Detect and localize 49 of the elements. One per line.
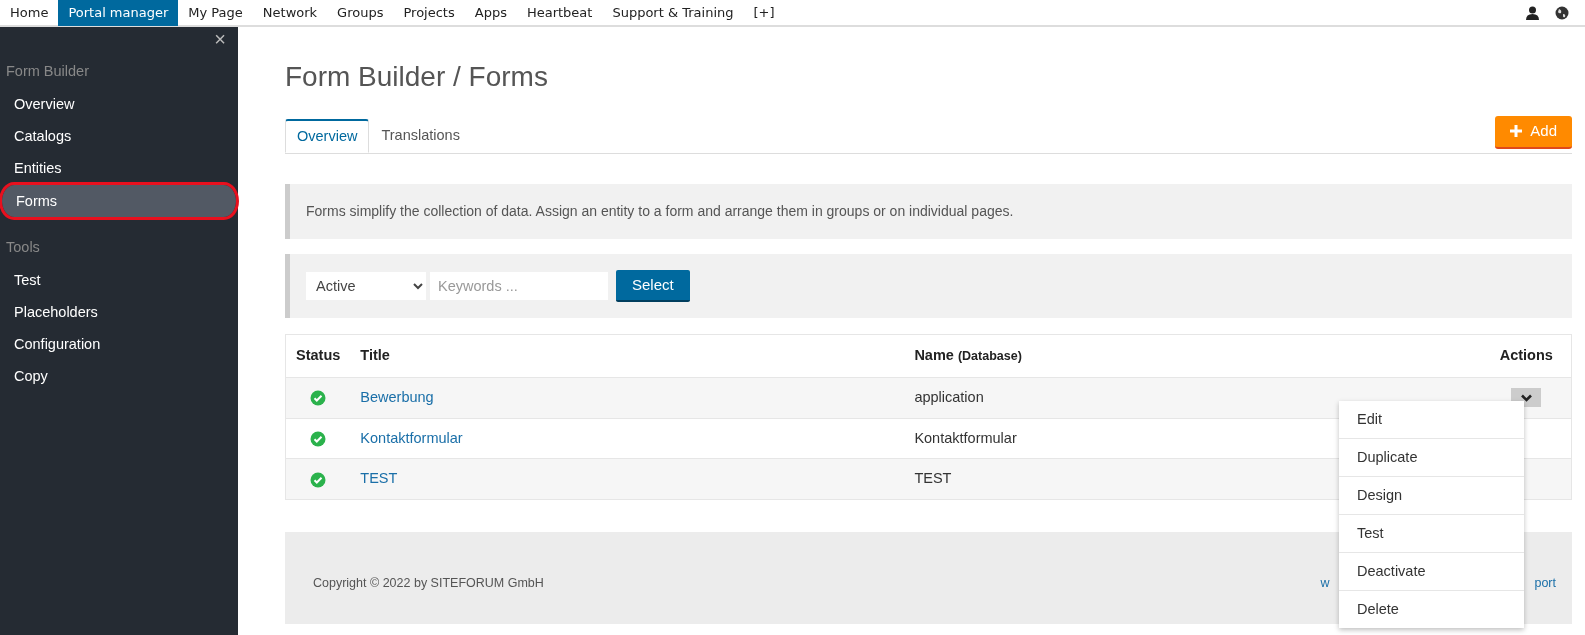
footer-link[interactable]: port (1534, 573, 1556, 593)
sidebar-item[interactable]: Catalogs (0, 119, 238, 152)
table-cell: Kontaktformular (914, 429, 1017, 446)
sidebar-item[interactable]: Entities (0, 151, 238, 184)
sidebar-heading: Tools (5, 237, 41, 257)
footer-link[interactable]: w (1320, 573, 1330, 593)
menu-item[interactable]: Delete (1339, 591, 1524, 629)
nav-tab[interactable]: Heartbeat (516, 0, 603, 26)
globe-icon[interactable] (1555, 5, 1569, 20)
user-icon[interactable] (1526, 5, 1539, 20)
menu-item[interactable]: Edit (1339, 401, 1524, 440)
nav-tab[interactable]: Support & Training (602, 0, 744, 26)
select-button[interactable]: Select (616, 269, 690, 303)
info-text: Forms simplify the collection of data. Assign an entity to a form and arrange them in groups or on individual pages. (285, 183, 1572, 239)
nav-tab[interactable]: Groups (327, 0, 394, 26)
status-select[interactable]: Active (306, 271, 426, 300)
keywords-field[interactable]: Keywords ... (430, 271, 608, 300)
tab[interactable]: Translations (369, 118, 472, 153)
nav-tab[interactable]: My Page (178, 0, 253, 26)
nav-tab[interactable]: Projects (393, 0, 465, 26)
nav-tab[interactable]: Home (0, 0, 59, 26)
nav-tab[interactable]: Apps (464, 0, 517, 26)
column-header: Status (296, 347, 341, 364)
menu-item[interactable]: Duplicate (1339, 439, 1524, 478)
tab[interactable]: Overview (285, 118, 370, 153)
form-title-link[interactable]: Kontaktformular (360, 429, 463, 446)
column-header: Name (Database) (914, 347, 1022, 364)
plus-icon (1510, 125, 1523, 138)
sidebar-heading: Form Builder (5, 62, 90, 81)
table-cell: TEST (914, 470, 952, 487)
sidebar-item[interactable]: Forms (2, 184, 236, 217)
column-header: Title (360, 347, 390, 364)
sidebar-item[interactable]: Configuration (0, 327, 238, 360)
sidebar-item[interactable]: Placeholders (0, 295, 238, 328)
page-title: Form Builder / Forms (285, 60, 549, 94)
sidebar-item[interactable]: Overview (0, 87, 238, 120)
copyright-text: Copyright © 2022 by SITEFORUM GmbH (313, 574, 544, 592)
nav-tab[interactable]: Network (252, 0, 328, 26)
nav-tab[interactable]: [+] (743, 0, 785, 26)
sidebar-item[interactable]: Test (0, 263, 238, 296)
table-cell: application (914, 388, 984, 405)
close-button[interactable]: × (214, 29, 226, 49)
menu-item[interactable]: Design (1339, 477, 1524, 516)
chevron-down-icon (1520, 393, 1532, 402)
form-title-link[interactable]: Bewerbung (360, 388, 434, 405)
form-title-link[interactable]: TEST (360, 470, 398, 487)
column-header: Actions (1499, 347, 1553, 364)
sidebar-item[interactable]: Copy (0, 359, 238, 392)
nav-tab[interactable]: Portal manager (58, 0, 179, 26)
